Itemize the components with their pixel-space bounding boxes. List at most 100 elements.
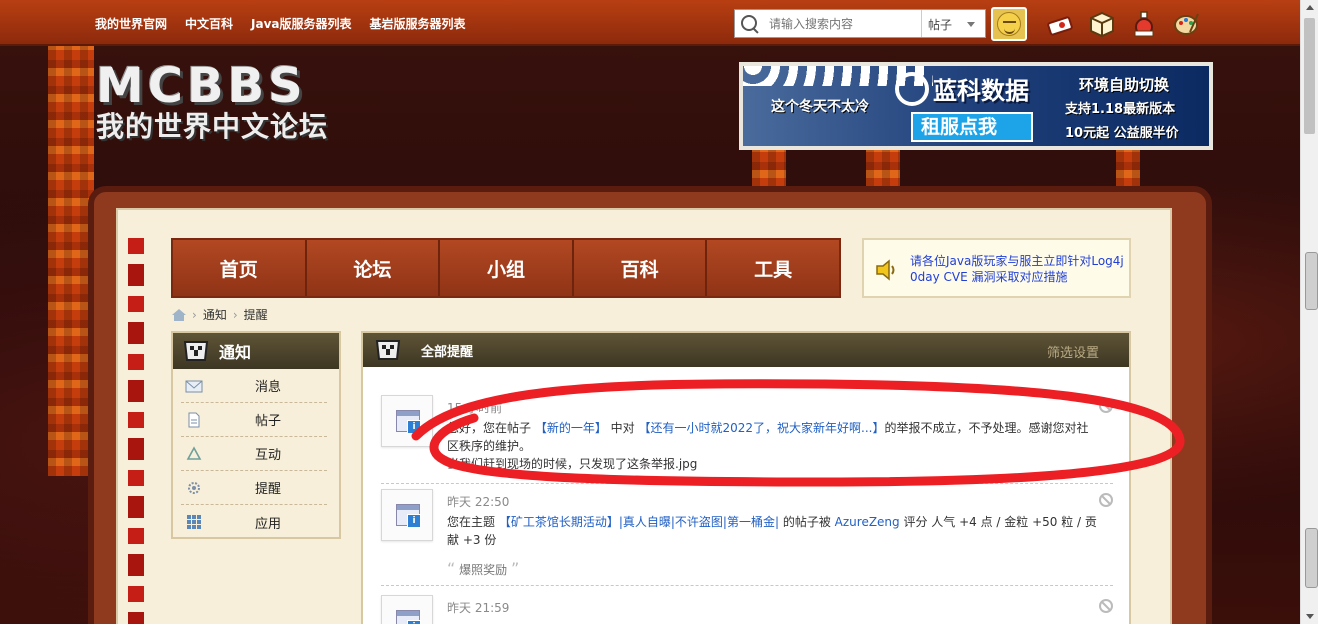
notice-text: 您好，您在帖子 [447, 421, 535, 435]
nav-tools[interactable]: 工具 [707, 240, 839, 296]
chevron-down-icon [967, 22, 975, 27]
scroll-thumb[interactable] [1304, 18, 1315, 134]
notice-avatar [381, 595, 433, 624]
notice-quote-text: 爆照奖励 [459, 563, 508, 577]
scroll-up-icon[interactable] [1306, 5, 1314, 10]
system-notice-icon [396, 504, 421, 528]
logo-title: MCBBS [96, 58, 307, 114]
top-link-wiki[interactable]: 中文百科 [176, 15, 242, 32]
package-box-icon[interactable] [1088, 10, 1116, 38]
notice-list-header: 全部提醒 筛选设置 [363, 333, 1129, 367]
sidebar-item-label: 提醒 [255, 482, 282, 497]
notice-divider [381, 483, 1113, 484]
delete-icon[interactable] [1099, 599, 1113, 613]
notice-text: 您在主题 [447, 515, 499, 529]
notice-item: 昨天 21:59 [381, 595, 1113, 624]
user-avatar[interactable] [991, 7, 1027, 41]
ad-line-1: 环境自助切换 [1079, 76, 1170, 94]
notice-thread-link[interactable]: 【新的一年】 [535, 421, 607, 435]
side-widget-handle[interactable] [1305, 252, 1318, 310]
delete-icon[interactable] [1099, 493, 1113, 507]
delete-icon[interactable] [1099, 399, 1113, 413]
sidebar-item-label: 帖子 [255, 414, 282, 429]
sidebar-item-label: 消息 [255, 380, 282, 395]
sidebar-item-interactions[interactable]: 互动 [181, 437, 327, 471]
top-link-bedrock-servers[interactable]: 基岩版服务器列表 [361, 15, 475, 32]
top-bar: 我的世界官网 中文百科 Java版服务器列表 基岩版服务器列表 帖子 [0, 0, 1300, 46]
potion-icon[interactable] [1130, 10, 1158, 38]
lava-pillar-mid2 [866, 148, 900, 188]
lava-pillar-right [1116, 148, 1140, 188]
system-notice-icon [396, 410, 421, 434]
search-box: 帖子 [734, 9, 986, 38]
gear-icon [188, 481, 200, 494]
top-nav: 我的世界官网 中文百科 Java版服务器列表 基岩版服务器列表 [86, 15, 475, 32]
top-link-official[interactable]: 我的世界官网 [86, 15, 176, 32]
notice-avatar [381, 489, 433, 541]
quote-close-icon: ” [510, 559, 520, 578]
creeper-badge-icon [183, 341, 209, 361]
side-widget-handle[interactable] [1305, 528, 1318, 588]
notice-avatar [381, 395, 433, 447]
ad-brand: 蓝科数据 [933, 77, 1029, 105]
notice-post-link[interactable]: 【还有一小时就2022了，祝大家新年好啊...】 [638, 421, 884, 435]
nav-groups[interactable]: 小组 [440, 240, 574, 296]
envelope-icon [185, 380, 203, 392]
breadcrumb-notice[interactable]: 通知 [203, 306, 227, 323]
search-icon[interactable] [741, 15, 759, 33]
system-notice-icon [396, 610, 421, 624]
announcement-link[interactable]: 请各位Java版玩家与服主立即针对Log4j 0day CVE 漏洞采取对应措施 [910, 253, 1124, 285]
nav-wiki[interactable]: 百科 [573, 240, 708, 296]
ad-line-2: 支持1.18最新版本 [1065, 102, 1176, 117]
speaker-icon [876, 259, 895, 281]
notice-body: 您好，您在帖子 【新的一年】 中对 【还有一小时就2022了，祝大家新年好啊..… [447, 419, 1097, 473]
ad-banner[interactable]: 这个冬天不太冷 蓝科数据 租服点我 环境自助切换 支持1.18最新版本 10元起… [739, 62, 1213, 150]
sidebar-item-messages[interactable]: 消息 [181, 369, 327, 403]
document-icon [188, 412, 200, 427]
breadcrumb-remind: 提醒 [243, 308, 268, 322]
quote-open-icon: “ [447, 559, 456, 578]
search-input[interactable] [769, 13, 919, 34]
sidebar-header: 通知 [173, 333, 339, 369]
sidebar-item-posts[interactable]: 帖子 [181, 403, 327, 437]
main-nav: 首页 论坛 小组 百科 工具 [171, 238, 841, 298]
site-logo[interactable]: MCBBS 我的世界中文论坛 [96, 60, 328, 142]
breadcrumb-separator: › [192, 307, 197, 322]
ticket-icon[interactable] [1046, 10, 1074, 38]
palette-icon[interactable] [1172, 10, 1200, 38]
sidebar-item-reminders[interactable]: 提醒 [181, 471, 327, 505]
search-scope-value: 帖子 [928, 18, 953, 32]
brand-logo-icon [895, 72, 929, 106]
notice-item: 15 小时前 您好，您在帖子 【新的一年】 中对 【还有一小时就2022了，祝大… [381, 395, 1113, 479]
sidebar-item-label: 应用 [255, 516, 282, 532]
notice-list-panel: 全部提醒 筛选设置 15 小时前 您好，您在帖子 【新的一年】 中对 【还有一小… [361, 331, 1131, 624]
sidebar-title: 通知 [219, 343, 252, 362]
recycle-icon [186, 445, 202, 460]
announcement-box: 请各位Java版玩家与服主立即针对Log4j 0day CVE 漏洞采取对应措施 [862, 238, 1131, 298]
home-icon[interactable] [172, 308, 186, 321]
notice-divider [381, 585, 1113, 586]
notice-text: 中对 [606, 421, 639, 435]
notice-extra-text: 当我们赶到现场的时候，只发现了这条举报.jpg [447, 457, 698, 471]
notice-quote: “ 爆照奖励 ” [447, 559, 519, 578]
book-spine [122, 238, 144, 624]
sidebar-item-apps[interactable]: 应用 [181, 505, 327, 539]
notice-time: 昨天 22:50 [447, 495, 510, 509]
nav-forum[interactable]: 论坛 [306, 240, 441, 296]
nav-home[interactable]: 首页 [173, 240, 307, 296]
ad-rent-button[interactable]: 租服点我 [911, 112, 1033, 142]
breadcrumb: › 通知 › 提醒 [172, 306, 268, 323]
top-link-java-servers[interactable]: Java版服务器列表 [242, 15, 360, 32]
notice-body: 您在主题 【矿工茶馆长期活动】|真人自曝|不许盗图|第一桶金| 的帖子被 Azu… [447, 513, 1097, 549]
scroll-down-icon[interactable] [1306, 614, 1314, 619]
creeper-badge-icon [375, 340, 401, 360]
search-scope-select[interactable]: 帖子 [921, 10, 985, 37]
notice-list-title: 全部提醒 [421, 344, 474, 360]
notice-time: 昨天 21:59 [447, 601, 510, 615]
notice-time: 15 小时前 [447, 401, 503, 415]
notice-user-link[interactable]: AzureZeng [835, 515, 900, 529]
notice-thread-link[interactable]: 【矿工茶馆长期活动】|真人自曝|不许盗图|第一桶金| [499, 515, 779, 529]
notice-text: 的帖子被 [779, 515, 835, 529]
filter-settings-link[interactable]: 筛选设置 [1047, 342, 1099, 361]
notice-item: 昨天 22:50 您在主题 【矿工茶馆长期活动】|真人自曝|不许盗图|第一桶金|… [381, 489, 1113, 581]
